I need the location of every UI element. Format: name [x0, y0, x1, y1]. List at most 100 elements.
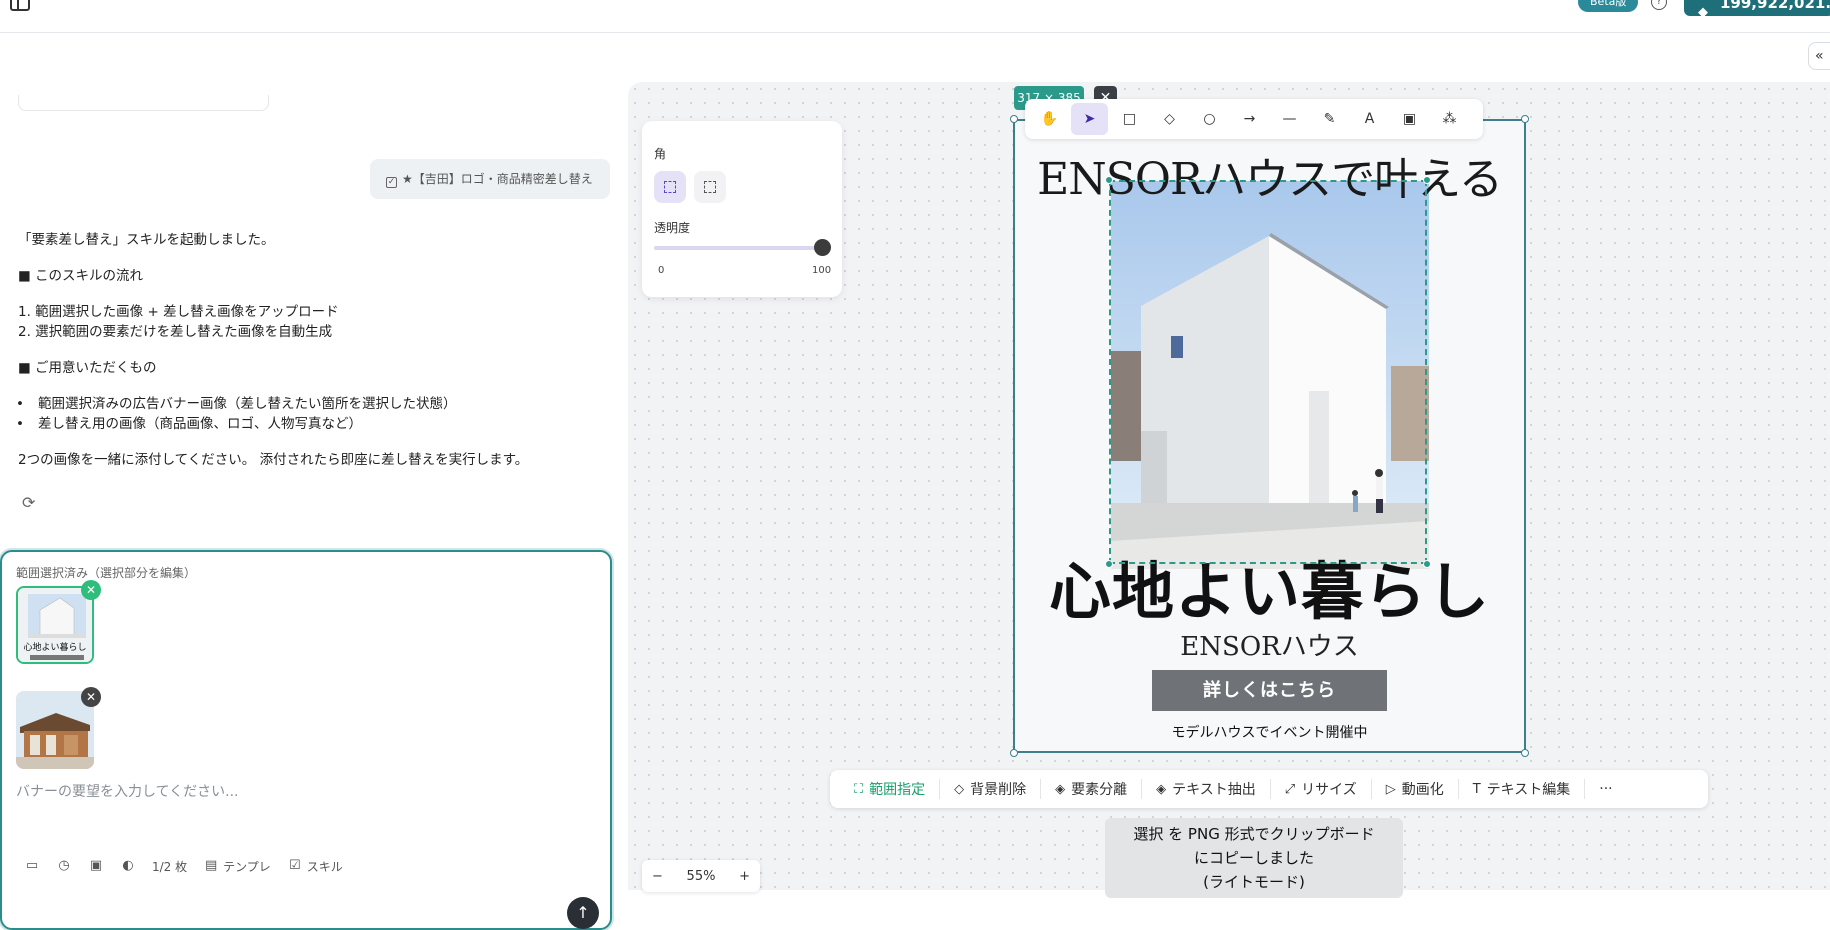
- text-extract-button[interactable]: ◈ テキスト抽出: [1142, 779, 1271, 799]
- circle-icon[interactable]: ○: [1191, 103, 1228, 135]
- text-edit-button[interactable]: T テキスト編集: [1459, 779, 1586, 799]
- send-button[interactable]: ↑: [567, 897, 599, 929]
- template-icon: ▤: [204, 858, 218, 873]
- zoom-level: 55%: [686, 868, 716, 884]
- layers-icon: ◈: [1156, 781, 1167, 797]
- reply-intro: 「要素差し替え」スキルを起動しました。: [18, 232, 275, 248]
- chat-panel: ✓ ★【吉田】ロゴ・商品精密差し替え 「要素差し替え」スキルを起動しました。 ■ …: [0, 33, 628, 930]
- range-select-label: 範囲指定: [869, 782, 926, 798]
- prompt-input[interactable]: [16, 780, 596, 804]
- remove-attachment-1-icon[interactable]: ✕: [81, 580, 101, 600]
- resize-button[interactable]: ⤢ リサイズ: [1271, 779, 1372, 799]
- text-edit-label: テキスト編集: [1486, 782, 1571, 798]
- reply-flow-heading: ■ このスキルの流れ: [18, 268, 144, 284]
- range-selection[interactable]: [1109, 180, 1427, 564]
- text-icon: T: [1472, 781, 1481, 797]
- selection-handle-bottom-right[interactable]: [1423, 560, 1431, 568]
- toast-line-2: にコピーしました: [1193, 849, 1314, 867]
- image-icon[interactable]: ▣: [1391, 103, 1428, 135]
- background-remove-button[interactable]: ◇ 背景削除: [940, 779, 1042, 799]
- range-select-button[interactable]: ⛶ 範囲指定: [840, 779, 941, 799]
- zoom-in-icon[interactable]: +: [739, 869, 750, 884]
- composer: 範囲選択済み（選択部分を編集） 心地よい暮らし ✕ ✕ バナーの要望を入力してく…: [0, 550, 612, 930]
- banner-cta-button[interactable]: 詳しくはこちら: [1152, 670, 1387, 711]
- pointer-icon[interactable]: ➤: [1071, 103, 1108, 135]
- selection-handle-bottom-left[interactable]: [1105, 560, 1113, 568]
- shapes-icon[interactable]: ⁂: [1431, 103, 1468, 135]
- corner-round-icon: [704, 181, 716, 193]
- action-bar: ⛶ 範囲指定 ◇ 背景削除 ◈ 要素分離 ◈ テキスト抽出 ⤢ リサイズ ▷ 動画化 T テキ…: [830, 770, 1708, 808]
- reply-step-2: 2. 選択範囲の要素だけを差し替えた画像を自動生成: [18, 324, 333, 340]
- user-skill-message: ✓ ★【吉田】ロゴ・商品精密差し替え: [370, 159, 610, 199]
- expand-icon: ⤢: [1284, 781, 1296, 797]
- eraser-icon: ◇: [954, 781, 965, 797]
- reply-bullet-1: 範囲選択済みの広告バナー画像（差し替えたい箇所を選択した状態）: [16, 394, 456, 414]
- more-button[interactable]: ···: [1585, 779, 1626, 799]
- attachment-count: 1/2 枚: [152, 859, 188, 874]
- opacity-slider[interactable]: [654, 246, 822, 250]
- resize-handle-bottom-right[interactable]: [1521, 749, 1529, 757]
- palette-icon[interactable]: ◐: [120, 858, 136, 874]
- pencil-icon[interactable]: ✎: [1311, 103, 1348, 135]
- corner-label: 角: [654, 147, 667, 161]
- credits-button[interactable]: ◆ 199,922,021.02: [1684, 0, 1830, 20]
- rectangle-icon[interactable]: □: [1111, 103, 1148, 135]
- attachment-selected-banner[interactable]: 心地よい暮らし: [16, 586, 94, 664]
- corner-square-button[interactable]: [654, 171, 686, 203]
- image-upload-icon[interactable]: ▣: [88, 858, 104, 874]
- clipboard-toast: 選択 を PNG 形式でクリップボード にコピーしました (ライトモード): [1105, 818, 1403, 898]
- credit-icon: ◆: [1698, 5, 1708, 20]
- video-file-icon: ▷: [1385, 781, 1396, 797]
- opacity-max: 100: [812, 265, 832, 276]
- remove-attachment-2-icon[interactable]: ✕: [81, 687, 101, 707]
- selection-handle-top-right[interactable]: [1423, 176, 1431, 184]
- toast-line-3: (ライトモード): [1203, 873, 1305, 891]
- diamond-icon[interactable]: ◇: [1151, 103, 1188, 135]
- help-icon[interactable]: ?: [1651, 0, 1667, 10]
- opacity-label: 透明度: [654, 221, 691, 235]
- reply-prep-heading: ■ ご用意いただくもの: [18, 360, 157, 376]
- beta-badge: Beta版: [1578, 0, 1639, 12]
- animate-button[interactable]: ▷ 動画化: [1372, 779, 1459, 799]
- background-remove-label: 背景削除: [970, 782, 1027, 798]
- arrow-icon[interactable]: →: [1231, 103, 1268, 135]
- refresh-icon[interactable]: ⟳: [22, 494, 40, 512]
- more-icon: ···: [1599, 781, 1613, 797]
- comment-icon[interactable]: ▭: [24, 858, 40, 874]
- element-separate-button[interactable]: ◈ 要素分離: [1041, 779, 1143, 799]
- collapse-panel-icon[interactable]: «: [1808, 42, 1830, 70]
- zoom-control: − 55% +: [642, 860, 760, 892]
- template-button[interactable]: ▤ テンプレ: [203, 858, 271, 875]
- banner-note[interactable]: モデルハウスでイベント開催中: [1015, 722, 1524, 742]
- reply-closing: 2つの画像を一緒に添付してください。 添付されたら即座に差し替えを実行します。: [18, 452, 529, 468]
- banner-brand[interactable]: ENSORハウス: [1015, 626, 1524, 663]
- hand-icon[interactable]: ✋: [1031, 103, 1068, 135]
- history-icon[interactable]: ◷: [56, 858, 72, 874]
- opacity-min: 0: [658, 265, 665, 276]
- corner-round-button[interactable]: [694, 171, 726, 203]
- selection-handle-top-left[interactable]: [1105, 176, 1113, 184]
- template-label: テンプレ: [223, 859, 271, 874]
- opacity-slider-handle[interactable]: [814, 239, 831, 256]
- top-bar: Beta版 ? ◆ 199,922,021.02: [0, 0, 1830, 33]
- drawing-toolbar: ✋ ➤ □ ◇ ○ → — ✎ A ▣ ⁂: [1025, 99, 1483, 139]
- thumbnail-headline: 心地よい暮らし: [23, 643, 87, 653]
- element-separate-label: 要素分離: [1071, 782, 1128, 798]
- resize-handle-bottom-left[interactable]: [1010, 749, 1018, 757]
- zoom-out-icon[interactable]: −: [652, 869, 663, 884]
- toast-line-1: 選択 を PNG 形式でクリップボード: [1133, 825, 1375, 843]
- text-icon[interactable]: A: [1351, 103, 1388, 135]
- user-message-text: ★【吉田】ロゴ・商品精密差し替え: [402, 172, 593, 186]
- resize-label: リサイズ: [1301, 782, 1357, 798]
- credits-value: 199,922,021.02: [1720, 0, 1830, 12]
- range-select-icon: ⛶: [854, 781, 864, 797]
- checkbox-icon: ✓: [386, 177, 397, 188]
- composer-toolbar: ▭ ◷ ▣ ◐ 1/2 枚 ▤ テンプレ ☑ スキル: [24, 856, 343, 876]
- animate-label: 動画化: [1401, 782, 1444, 798]
- layers-icon: ◈: [1055, 781, 1066, 797]
- skill-button[interactable]: ☑ スキル: [287, 858, 343, 875]
- line-icon[interactable]: —: [1271, 103, 1308, 135]
- sidebar-toggle-icon[interactable]: [10, 0, 30, 11]
- resize-handle-top-left[interactable]: [1010, 115, 1018, 123]
- resize-handle-top-right[interactable]: [1521, 115, 1529, 123]
